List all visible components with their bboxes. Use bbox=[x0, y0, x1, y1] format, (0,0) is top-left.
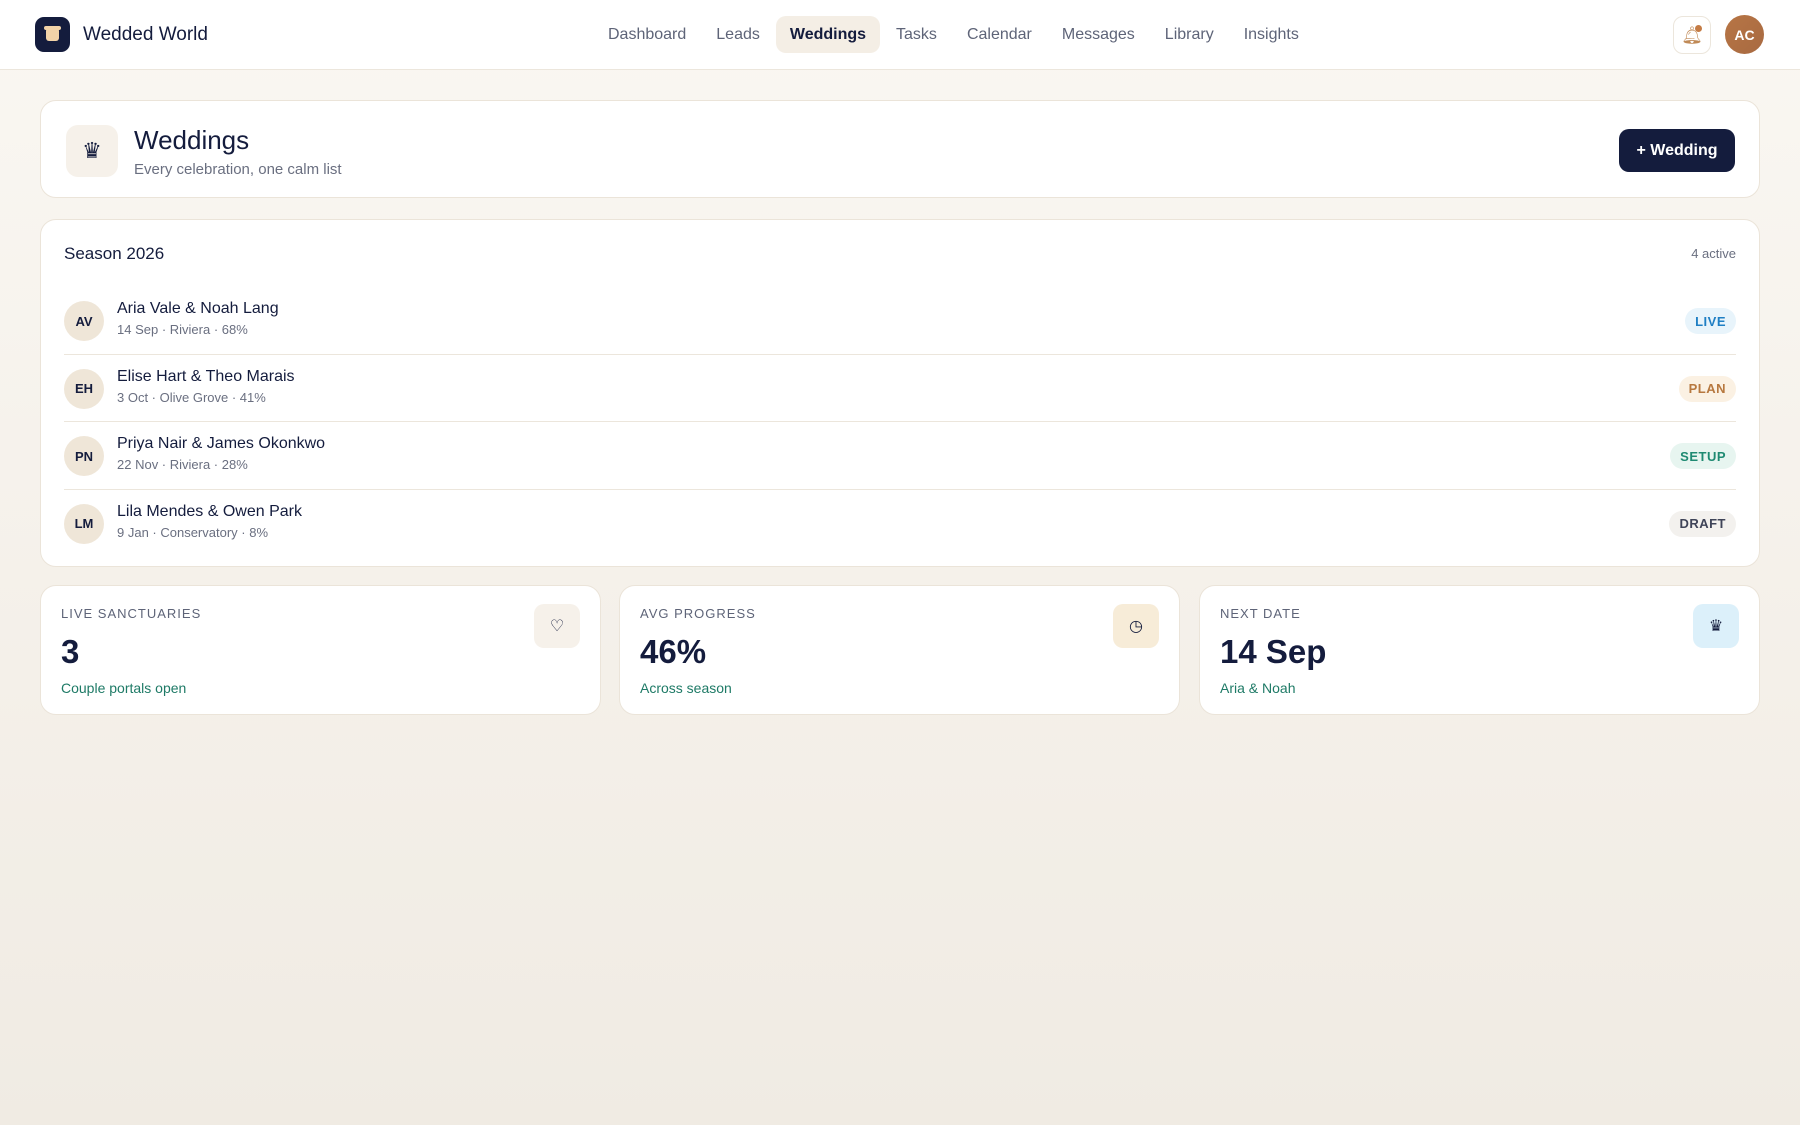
stat-note: Aria & Noah bbox=[1220, 680, 1296, 696]
wedding-row[interactable]: LM Lila Mendes & Owen Park 9 Jan · Conse… bbox=[64, 490, 1736, 558]
nav-item-dashboard[interactable]: Dashboard bbox=[594, 16, 700, 53]
status-badge: DRAFT bbox=[1669, 510, 1736, 537]
stat-value: 3 bbox=[61, 633, 80, 670]
wedding-meta: 22 Nov · Riviera · 28% bbox=[117, 457, 248, 472]
stat-note: Across season bbox=[640, 680, 732, 696]
couple-name: Priya Nair & James Okonkwo bbox=[117, 435, 326, 452]
couple-avatar: PN bbox=[64, 436, 104, 476]
heart-icon: ♡ bbox=[534, 604, 580, 648]
brand-name: Wedded World bbox=[83, 23, 208, 45]
cake-icon bbox=[35, 17, 70, 52]
crown-icon: ♛ bbox=[66, 125, 118, 177]
stat-card-live-sanctuaries: LIVE SANCTUARIES 3 Couple portals open ♡ bbox=[40, 585, 601, 715]
wedding-meta: 3 Oct · Olive Grove · 41% bbox=[117, 389, 266, 405]
stat-value: 46% bbox=[640, 633, 707, 670]
stat-card-avg-progress: AVG PROGRESS 46% Across season ◷ bbox=[619, 585, 1180, 715]
nav-item-calendar[interactable]: Calendar bbox=[953, 16, 1046, 53]
crown-icon: ♛ bbox=[1693, 604, 1739, 648]
nav-item-library[interactable]: Library bbox=[1151, 16, 1228, 53]
wedding-row[interactable]: EH Elise Hart & Theo Marais 3 Oct · Oliv… bbox=[64, 355, 1736, 422]
main-nav: Dashboard Leads Weddings Tasks Calendar … bbox=[594, 16, 1315, 53]
notification-dot bbox=[1695, 25, 1702, 32]
nav-item-messages[interactable]: Messages bbox=[1048, 16, 1149, 53]
top-bar: Wedded World Dashboard Leads Weddings Ta… bbox=[0, 0, 1800, 70]
page-subtitle: Every celebration, one calm list bbox=[134, 161, 342, 178]
stat-label: AVG PROGRESS bbox=[640, 606, 756, 621]
wedding-list: AV Aria Vale & Noah Lang 14 Sep · Rivier… bbox=[64, 287, 1736, 557]
couple-name: Lila Mendes & Owen Park bbox=[117, 502, 302, 520]
wedding-meta: 14 Sep · Riviera · 68% bbox=[117, 322, 248, 337]
wedding-meta: 9 Jan · Conservatory · 8% bbox=[117, 524, 269, 540]
couple-name: Elise Hart & Theo Marais bbox=[117, 367, 295, 385]
active-count: 4 active bbox=[1691, 246, 1736, 261]
page-header: ♛ Weddings Every celebration, one calm l… bbox=[40, 100, 1760, 198]
season-title: Season 2026 bbox=[64, 244, 165, 263]
clock-icon: ◷ bbox=[1113, 604, 1159, 648]
nav-item-weddings[interactable]: Weddings bbox=[775, 16, 881, 53]
couple-name: Aria Vale & Noah Lang bbox=[117, 300, 279, 317]
stat-label: LIVE SANCTUARIES bbox=[61, 606, 202, 621]
nav-item-leads[interactable]: Leads bbox=[702, 16, 774, 53]
season-panel: Season 2026 4 active AV Aria Vale & Noah… bbox=[40, 219, 1760, 567]
couple-avatar: LM bbox=[64, 503, 104, 544]
couple-avatar: EH bbox=[64, 368, 104, 409]
add-wedding-button[interactable]: + Wedding bbox=[1619, 129, 1735, 172]
stat-note: Couple portals open bbox=[61, 680, 187, 696]
stat-card-next-date: NEXT DATE 14 Sep Aria & Noah ♛ bbox=[1199, 585, 1760, 715]
status-badge: PLAN bbox=[1678, 375, 1736, 402]
nav-item-insights[interactable]: Insights bbox=[1230, 16, 1313, 53]
couple-avatar: AV bbox=[64, 301, 104, 341]
nav-item-tasks[interactable]: Tasks bbox=[882, 16, 951, 53]
status-badge: LIVE bbox=[1685, 308, 1736, 334]
wedding-row[interactable]: PN Priya Nair & James Okonkwo 22 Nov · R… bbox=[64, 422, 1736, 490]
user-avatar[interactable]: AC bbox=[1725, 15, 1764, 54]
stat-value: 14 Sep bbox=[1220, 633, 1327, 670]
stat-label: NEXT DATE bbox=[1220, 606, 1301, 621]
status-badge: SETUP bbox=[1670, 443, 1736, 469]
brand[interactable]: Wedded World bbox=[35, 17, 208, 52]
notifications-button[interactable]: 🔔︎ bbox=[1673, 16, 1711, 54]
page-title: Weddings bbox=[134, 125, 250, 155]
wedding-row[interactable]: AV Aria Vale & Noah Lang 14 Sep · Rivier… bbox=[64, 287, 1736, 355]
